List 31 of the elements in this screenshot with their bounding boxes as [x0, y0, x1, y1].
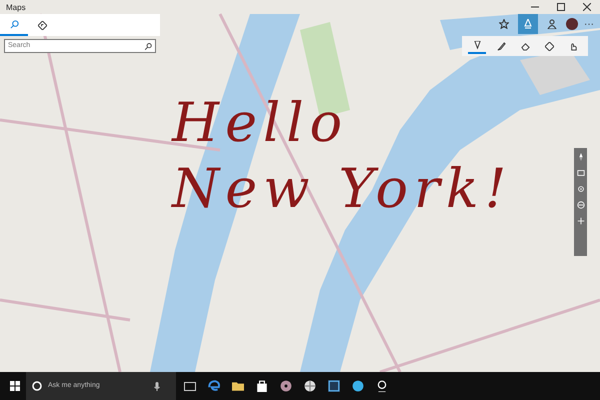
map-control-button[interactable] [576, 184, 586, 194]
ink-tool-button[interactable] [468, 38, 486, 54]
globe-icon [304, 380, 316, 392]
circle-icon[interactable] [32, 381, 42, 391]
map-control-button[interactable] [576, 168, 586, 178]
search-icon [10, 20, 18, 28]
window-title: Maps [6, 3, 26, 12]
webcam-icon [376, 380, 388, 392]
person-icon [547, 19, 557, 29]
photoshop-icon [328, 380, 340, 392]
compass-icon [576, 153, 584, 161]
eraser-icon [520, 42, 530, 50]
handwritten-text: Hello [172, 90, 350, 156]
edge-icon [208, 380, 220, 392]
handwritten-text: New York! [172, 156, 512, 222]
map-control-button[interactable] [576, 216, 586, 226]
marker-icon [496, 42, 506, 50]
microphone-icon[interactable] [154, 382, 160, 390]
target-icon [576, 185, 584, 193]
skype-icon [352, 380, 364, 392]
shopping-bag-icon [256, 380, 268, 392]
hand-icon [568, 42, 578, 50]
star-icon [499, 19, 509, 29]
plus-icon [576, 217, 584, 225]
pen-icon [472, 40, 482, 50]
disc-icon [280, 380, 292, 392]
more-button[interactable]: ··· [582, 16, 596, 32]
map-icon [576, 169, 584, 177]
search-icon[interactable] [145, 42, 152, 50]
folder-icon [232, 380, 244, 392]
diamond-icon [38, 20, 46, 30]
